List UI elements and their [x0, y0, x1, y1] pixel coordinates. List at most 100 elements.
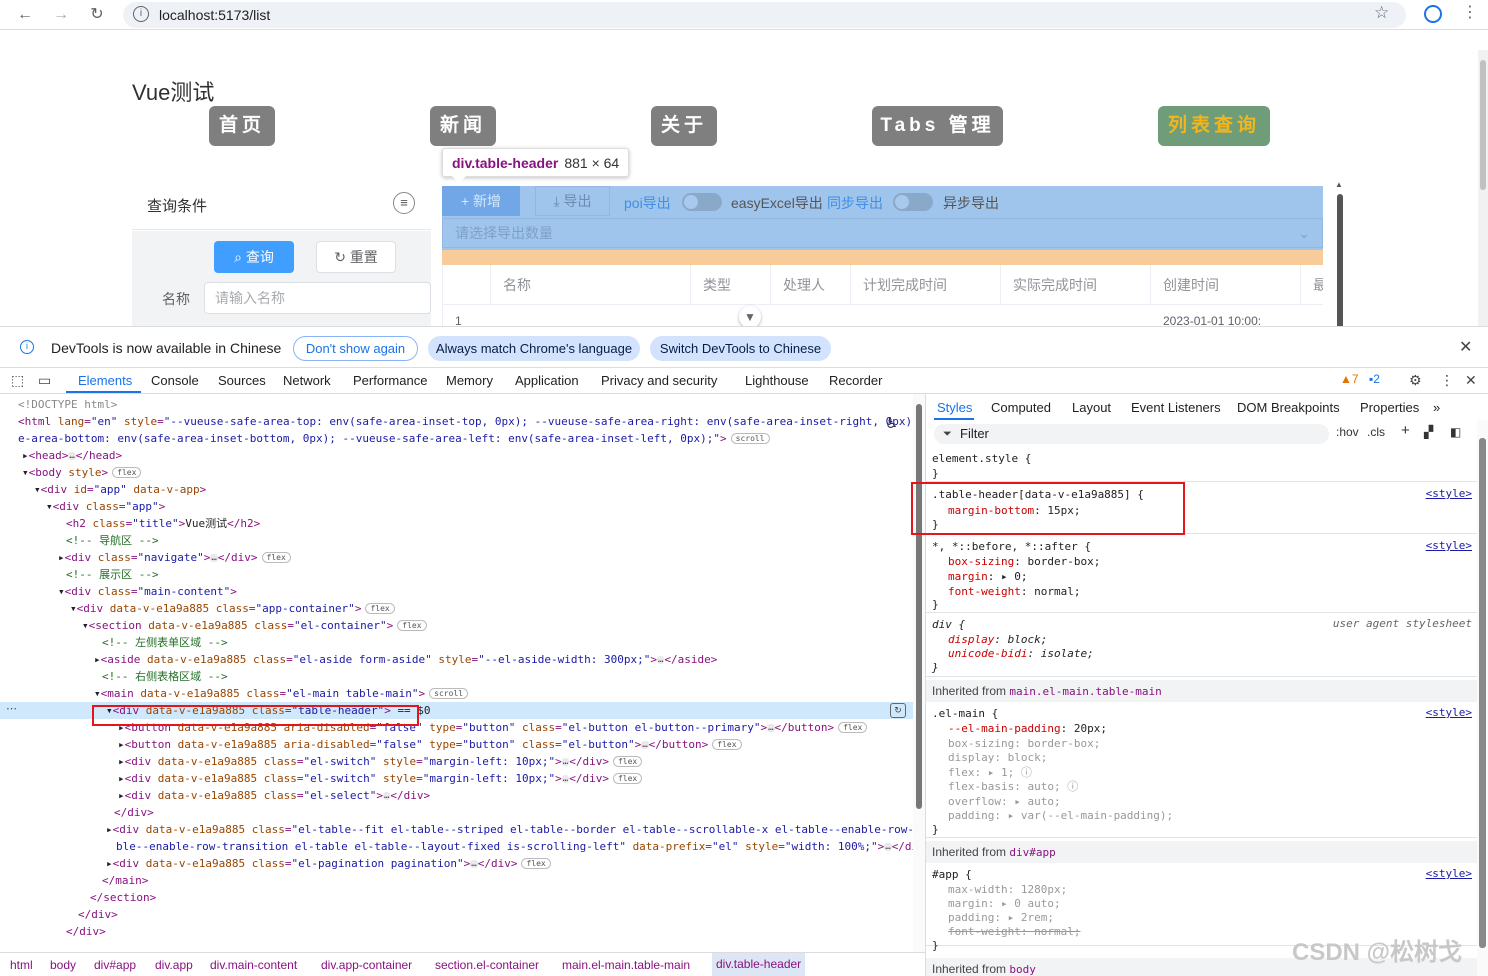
dom-line[interactable]: ▸<div data-v-e1a9a885 class="el-switch" …: [0, 770, 913, 787]
dom-line[interactable]: <!-- 左侧表单区域 -->: [0, 634, 913, 651]
properties-tab[interactable]: Properties: [1360, 400, 1419, 415]
layout-tab[interactable]: Layout: [1072, 400, 1111, 415]
dom-line[interactable]: e-area-bottom: env(safe-area-inset-botto…: [0, 430, 913, 447]
menu-icon[interactable]: ≡: [393, 192, 415, 214]
device-toolbar-icon[interactable]: ▭: [38, 372, 51, 389]
rule-el-main[interactable]: .el-main { --el-main-padding: 20px; box-…: [926, 702, 1478, 838]
reset-button[interactable]: ↻ 重置: [316, 241, 396, 273]
export-count-select[interactable]: 请选择导出数量 ⌄: [442, 218, 1323, 248]
tab-performance[interactable]: Performance: [353, 373, 427, 388]
crumb-app-container[interactable]: div.app-container: [321, 958, 412, 972]
rule-universal[interactable]: *, *::before, *::after { box-sizing: bor…: [926, 534, 1478, 613]
reload-icon[interactable]: ↻: [86, 4, 108, 26]
dom-line[interactable]: ▸<div data-v-e1a9a885 class="el-select">…: [0, 787, 913, 804]
crumb-main-content[interactable]: div.main-content: [210, 958, 297, 972]
match-language-button[interactable]: Always match Chrome's language: [428, 336, 640, 361]
dom-line[interactable]: ▾<div class="main-content">: [0, 583, 913, 600]
dom-line[interactable]: ▸<div data-v-e1a9a885 class="el-table--f…: [0, 821, 913, 838]
site-info-icon[interactable]: i: [133, 6, 149, 22]
dom-line[interactable]: </div>: [0, 804, 913, 821]
crumb-el-main[interactable]: main.el-main.table-main: [562, 958, 690, 972]
inspect-element-icon[interactable]: ⬚: [11, 372, 24, 389]
url-text[interactable]: localhost:5173/list: [159, 7, 270, 23]
profile-icon[interactable]: [1424, 5, 1442, 23]
dom-line[interactable]: <!DOCTYPE html>: [0, 396, 913, 413]
refresh-selection-icon[interactable]: ↻: [890, 703, 906, 718]
tab-memory[interactable]: Memory: [446, 373, 493, 388]
dom-line[interactable]: <html lang="en" style="--vueuse-safe-are…: [0, 413, 913, 430]
settings-gear-icon[interactable]: ⚙: [1409, 372, 1422, 389]
styles-tab[interactable]: Styles: [937, 400, 972, 415]
tab-lighthouse[interactable]: Lighthouse: [745, 373, 809, 388]
dom-line[interactable]: ▾<section data-v-e1a9a885 class="el-cont…: [0, 617, 913, 634]
more-dots-icon[interactable]: ⋯: [6, 702, 17, 715]
rule-element-style[interactable]: element.style { }: [926, 449, 1478, 482]
crumb-div-app[interactable]: div.app: [155, 958, 193, 972]
bookmark-star-icon[interactable]: ☆: [1374, 3, 1389, 23]
export-mode-switch[interactable]: [893, 193, 933, 211]
expand-arrow-icon[interactable]: ▼: [739, 306, 761, 326]
crumb-html[interactable]: html: [10, 958, 33, 972]
export-button[interactable]: ⤓ 导出: [535, 186, 610, 216]
forward-icon[interactable]: →: [50, 4, 72, 26]
back-icon[interactable]: ←: [14, 4, 36, 26]
close-icon[interactable]: ✕: [1459, 337, 1472, 357]
add-button[interactable]: + 新增: [442, 186, 520, 216]
dom-line[interactable]: ▾<div data-v-e1a9a885 class="app-contain…: [0, 600, 913, 617]
dom-line[interactable]: ▾<div id="app" data-v-app>: [0, 481, 913, 498]
dom-line[interactable]: ▸<aside data-v-e1a9a885 class="el-aside …: [0, 651, 913, 668]
nav-home-button[interactable]: 首页: [209, 106, 275, 146]
dom-line[interactable]: ▾<body style> flex: [0, 464, 913, 481]
devtools-close-icon[interactable]: ✕: [1465, 372, 1477, 389]
crumb-body[interactable]: body: [50, 958, 76, 972]
dom-line[interactable]: ble--enable-row-transition el-table el-t…: [0, 838, 913, 855]
nav-list-button[interactable]: 列表查询: [1158, 106, 1270, 146]
tab-network[interactable]: Network: [283, 373, 331, 388]
tab-elements[interactable]: Elements: [78, 373, 132, 388]
accessibility-icon[interactable]: ♿: [885, 414, 898, 432]
dom-breakpoints-tab[interactable]: DOM Breakpoints: [1237, 400, 1340, 415]
chrome-menu-icon[interactable]: ⋮: [1462, 2, 1478, 22]
devtools-menu-icon[interactable]: ⋮: [1440, 372, 1454, 389]
styles-filter-input[interactable]: Filter: [934, 424, 1329, 444]
cls-button[interactable]: .cls: [1367, 425, 1385, 439]
sidebar-toggle-icon[interactable]: ◧: [1450, 425, 1461, 439]
warning-icon[interactable]: ▲7: [1340, 372, 1359, 386]
dom-line[interactable]: </main>: [0, 872, 913, 889]
dom-line[interactable]: ▾<div class="app">: [0, 498, 913, 515]
dom-line[interactable]: ▸<div data-v-e1a9a885 class="el-switch" …: [0, 753, 913, 770]
dom-line[interactable]: </section>: [0, 889, 913, 906]
nav-tabs-button[interactable]: Tabs 管理: [872, 106, 1003, 146]
styles-scrollbar[interactable]: [1477, 420, 1488, 976]
dom-line[interactable]: </div>: [0, 906, 913, 923]
crumb-table-header[interactable]: div.table-header: [712, 953, 806, 976]
dom-line[interactable]: ▸<head>…</head>: [0, 447, 913, 464]
message-icon[interactable]: ▪2: [1369, 372, 1380, 386]
paint-icon[interactable]: ▞: [1424, 425, 1433, 439]
dom-line[interactable]: <!-- 右侧表格区域 -->: [0, 668, 913, 685]
tab-application[interactable]: Application: [515, 373, 579, 388]
query-button[interactable]: ⌕ 查询: [214, 241, 294, 273]
dom-line[interactable]: ▾<main data-v-e1a9a885 class="el-main ta…: [0, 685, 913, 702]
tab-recorder[interactable]: Recorder: [829, 373, 882, 388]
dom-line[interactable]: ▸<div class="navigate">…</div> flex: [0, 549, 913, 566]
dont-show-again-button[interactable]: Don't show again: [293, 336, 418, 361]
more-tabs-icon[interactable]: »: [1433, 400, 1440, 415]
crumb-el-container[interactable]: section.el-container: [435, 958, 539, 972]
export-engine-switch[interactable]: [682, 193, 722, 211]
event-listeners-tab[interactable]: Event Listeners: [1131, 400, 1221, 415]
dom-line[interactable]: <!-- 导航区 -->: [0, 532, 913, 549]
nav-news-button[interactable]: 新闻: [430, 106, 496, 146]
dom-line[interactable]: <h2 class="title">Vue测试</h2>: [0, 515, 913, 532]
dom-line[interactable]: </div>: [0, 923, 913, 940]
crumb-app[interactable]: div#app: [94, 958, 136, 972]
name-input[interactable]: 请输入名称: [204, 282, 431, 314]
dom-line[interactable]: <!-- 展示区 -->: [0, 566, 913, 583]
switch-chinese-button[interactable]: Switch DevTools to Chinese: [650, 336, 831, 361]
dom-line[interactable]: ▸<div data-v-e1a9a885 class="el-paginati…: [0, 855, 913, 872]
page-scrollbar[interactable]: [1478, 50, 1488, 326]
tab-sources[interactable]: Sources: [218, 373, 266, 388]
tab-console[interactable]: Console: [151, 373, 199, 388]
computed-tab[interactable]: Computed: [991, 400, 1051, 415]
nav-about-button[interactable]: 关于: [651, 106, 717, 146]
